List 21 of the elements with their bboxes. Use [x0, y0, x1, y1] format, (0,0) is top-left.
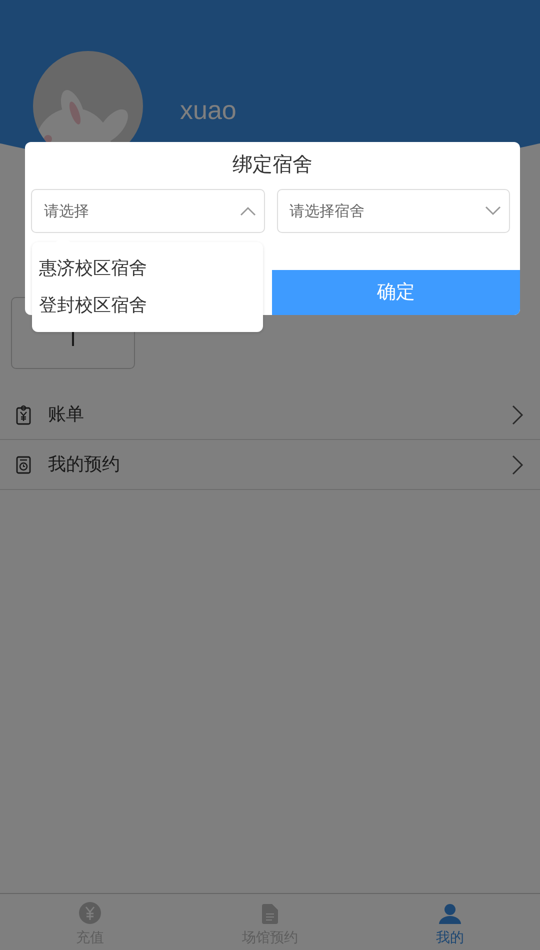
- yuan-icon: [79, 902, 101, 924]
- clock-icon: [16, 454, 31, 474]
- select-field[interactable]: 请选择宿舍: [276, 189, 510, 233]
- tab-bar-item[interactable]: 我的: [360, 894, 540, 950]
- username: xuao: [180, 94, 236, 127]
- dropdown-option[interactable]: 登封校区宿舍: [32, 287, 263, 324]
- menu-row[interactable]: 账单: [0, 390, 540, 440]
- caret-down-icon: [485, 206, 501, 216]
- menu-label: 我的预约: [48, 453, 121, 477]
- confirm-button[interactable]: 确定: [272, 270, 520, 315]
- document-icon: [262, 904, 278, 924]
- dropdown-option[interactable]: 惠济校区宿舍: [32, 250, 263, 287]
- bill-icon: [16, 404, 31, 424]
- select-field[interactable]: 请选择: [31, 189, 264, 233]
- menu-label: 账单: [48, 403, 85, 427]
- chevron-right-icon: [512, 454, 524, 474]
- chevron-right-icon: [512, 404, 524, 424]
- caret-up-icon: [240, 206, 256, 216]
- person-icon: [439, 904, 461, 924]
- menu-row[interactable]: 我的预约: [0, 440, 540, 490]
- dialog-title: 绑定宿舍: [232, 151, 314, 177]
